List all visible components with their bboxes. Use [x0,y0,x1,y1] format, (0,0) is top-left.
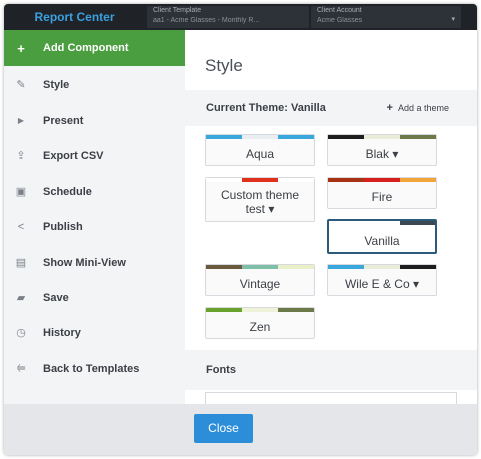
theme-card-zen[interactable]: Zen [205,307,315,339]
theme-color-stripe [206,135,314,139]
app-brand[interactable]: Report Center [4,4,145,30]
theme-card-vanilla[interactable]: Vanilla [327,219,437,254]
theme-card-wile-e-co[interactable]: Wile E & Co ▾ [327,264,437,296]
sidebar-item-label: Style [43,78,70,91]
sidebar-item-save[interactable]: ▰ Save [4,280,185,315]
sidebar-item-label: Save [43,291,69,304]
theme-name: Custom theme test ▾ [220,188,300,216]
app-window: Report Center Client Template aa1 - Acme… [4,4,477,455]
client-template-value: aa1 - Acme Glasses - Monthly R... [153,17,260,24]
close-button[interactable]: Close [194,414,253,443]
calendar-icon: ▣ [15,186,27,198]
add-theme-label: Add a theme [397,103,449,113]
document-icon: ▤ [15,257,27,269]
theme-name: Wile E & Co ▾ [344,277,420,291]
client-template-select[interactable]: Client Template aa1 - Acme Glasses - Mon… [147,6,309,28]
theme-name: Fire [371,190,393,204]
client-template-label: Client Template [153,7,202,14]
top-bar: Report Center Client Template aa1 - Acme… [4,4,477,30]
theme-card-custom-theme-test[interactable]: Custom theme test ▾ [205,177,315,222]
sidebar-item-show-mini-view[interactable]: ▤ Show Mini-View [4,245,185,280]
sidebar-item-label: Back to Templates [43,362,140,375]
theme-name: Zen [249,320,271,334]
sidebar-item-style[interactable]: ✎ Style [4,67,185,102]
play-icon: ▶ [17,116,25,125]
fonts-section-header: Fonts [185,350,477,390]
sidebar-item-publish[interactable]: < Publish [4,209,185,244]
sidebar-item-add-component[interactable]: + Add Component [4,30,185,66]
theme-name: Aqua [245,147,275,161]
share-icon: < [17,220,25,233]
sidebar-item-label: Present [43,114,84,127]
panel-title: Style [205,56,243,75]
chevron-down-icon: ▾ [451,16,455,23]
sidebar-item-history[interactable]: ◷ History [4,315,185,350]
theme-name: Vanilla [364,234,400,248]
client-account-label: Client Account [317,7,362,14]
theme-card-vintage[interactable]: Vintage [205,264,315,296]
fonts-label: Fonts [206,364,236,376]
add-theme-button[interactable]: + Add a theme [387,102,449,114]
theme-color-stripe [328,178,436,182]
current-theme: Current Theme: Vanilla [206,102,326,114]
sidebar-item-label: Schedule [43,185,92,198]
save-icon: ▰ [16,292,26,304]
theme-color-stripe [206,178,314,182]
theme-color-stripe [329,221,435,225]
theme-color-stripe [328,265,436,269]
theme-color-stripe [206,308,314,312]
sidebar-item-schedule[interactable]: ▣ Schedule [4,174,185,209]
current-theme-label: Current Theme: [206,102,288,114]
plus-icon: + [17,40,25,56]
sidebar-item-label: Export CSV [43,149,104,162]
theme-card-aqua[interactable]: Aqua [205,134,315,166]
clock-icon: ◷ [16,327,26,339]
client-account-select[interactable]: Client Account Acme Glasses ▾ [311,6,461,28]
export-icon: ⇪ [16,150,26,162]
back-arrow-icon: ⥢ [16,362,26,374]
style-panel: Style Current Theme: Vanilla + Add a them… [185,30,477,404]
sidebar-item-label: Add Component [43,42,129,54]
fonts-settings-box [205,392,457,404]
sidebar-item-back-to-templates[interactable]: ⥢ Back to Templates [4,351,185,386]
theme-card-fire[interactable]: Fire [327,177,437,209]
theme-color-stripe [328,135,436,139]
theme-color-stripe [206,265,314,269]
client-account-value: Acme Glasses [317,17,363,24]
sidebar-item-present[interactable]: ▶ Present [4,103,185,138]
current-theme-value: Vanilla [290,102,326,114]
sidebar-item-export-csv[interactable]: ⇪ Export CSV [4,138,185,173]
sidebar: + Add Component ✎ Style ▶ Present ⇪ Expo… [4,30,185,404]
plus-icon: + [386,102,393,114]
theme-name: Vintage [239,277,281,291]
footer: Close [4,404,477,455]
current-theme-bar: Current Theme: Vanilla + Add a theme [185,90,477,126]
theme-card-blak[interactable]: Blak ▾ [327,134,437,166]
theme-name: Blak ▾ [365,147,399,161]
pencil-icon: ✎ [16,79,26,91]
sidebar-item-label: Show Mini-View [43,256,126,269]
sidebar-item-label: Publish [43,220,83,233]
sidebar-item-label: History [43,326,81,339]
